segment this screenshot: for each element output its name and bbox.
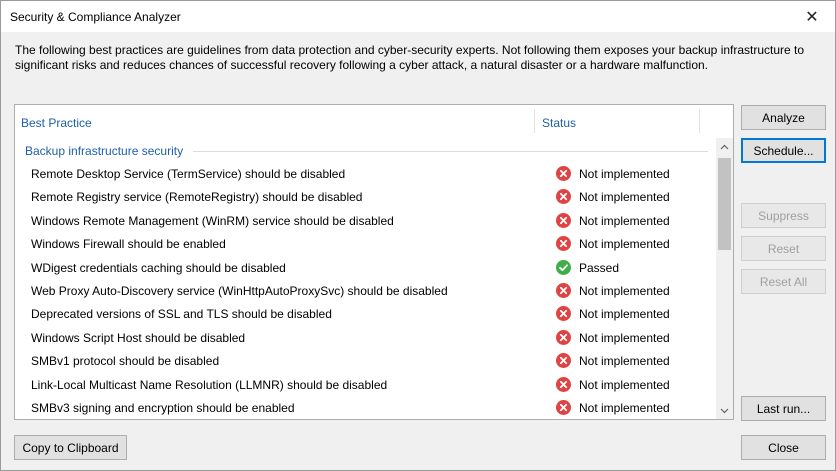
last-run-button[interactable]: Last run... bbox=[741, 396, 826, 421]
practice-name: Link-Local Multicast Name Resolution (LL… bbox=[31, 377, 388, 392]
scroll-thumb[interactable] bbox=[718, 158, 731, 250]
suppress-label: Suppress bbox=[758, 208, 809, 223]
group-divider bbox=[193, 151, 708, 152]
analyze-label: Analyze bbox=[762, 110, 805, 125]
error-icon bbox=[556, 189, 571, 205]
error-icon bbox=[556, 353, 571, 369]
practice-rows: Remote Desktop Service (TermService) sho… bbox=[15, 163, 715, 419]
suppress-button[interactable]: Suppress bbox=[741, 203, 826, 228]
status-text: Not implemented bbox=[579, 400, 670, 415]
table-row[interactable]: Link-Local Multicast Name Resolution (LL… bbox=[15, 374, 715, 397]
close-label: Close bbox=[768, 440, 799, 455]
copy-to-clipboard-button[interactable]: Copy to Clipboard bbox=[14, 435, 127, 460]
status-text: Not implemented bbox=[579, 237, 670, 252]
status-text: Not implemented bbox=[579, 307, 670, 322]
error-icon bbox=[556, 306, 571, 322]
practice-name: WDigest credentials caching should be di… bbox=[31, 260, 286, 275]
scroll-down-icon[interactable] bbox=[716, 402, 733, 419]
check-icon bbox=[556, 259, 571, 275]
intro-text: The following best practices are guideli… bbox=[15, 43, 805, 72]
practice-name: Remote Registry service (RemoteRegistry)… bbox=[31, 190, 363, 205]
reset-label: Reset bbox=[767, 241, 800, 256]
error-icon bbox=[556, 166, 571, 181]
table-row[interactable]: Windows Firewall should be enabled Not im… bbox=[15, 233, 715, 256]
table-row[interactable]: SMBv3 signing and encryption should be e… bbox=[15, 397, 715, 419]
table-row[interactable]: Windows Script Host should be disabled No… bbox=[15, 327, 715, 350]
group-header[interactable]: Backup infrastructure security bbox=[25, 144, 183, 158]
reset-all-label: Reset All bbox=[759, 274, 808, 289]
table-row[interactable]: Deprecated versions of SSL and TLS shoul… bbox=[15, 303, 715, 326]
column-status[interactable]: Status bbox=[542, 116, 576, 130]
copy-label: Copy to Clipboard bbox=[22, 440, 119, 455]
table-row[interactable]: Windows Remote Management (WinRM) servic… bbox=[15, 210, 715, 233]
practice-name: Windows Remote Management (WinRM) servic… bbox=[31, 213, 394, 228]
status-text: Not implemented bbox=[579, 213, 670, 228]
error-icon bbox=[556, 329, 571, 345]
table-row[interactable]: Remote Desktop Service (TermService) sho… bbox=[15, 163, 715, 186]
column-best-practice[interactable]: Best Practice bbox=[21, 116, 92, 130]
status-text: Not implemented bbox=[579, 330, 670, 345]
last-run-label: Last run... bbox=[756, 401, 811, 416]
error-icon bbox=[556, 282, 571, 298]
practice-name: Remote Desktop Service (TermService) sho… bbox=[31, 167, 346, 181]
analyze-button[interactable]: Analyze bbox=[741, 105, 826, 130]
practice-name: SMBv3 signing and encryption should be e… bbox=[31, 400, 295, 415]
error-icon bbox=[556, 236, 571, 252]
table-row[interactable]: SMBv1 protocol should be disabled Not imp… bbox=[15, 350, 715, 373]
error-icon bbox=[556, 399, 571, 415]
title-bar: Security & Compliance Analyzer ✕ bbox=[1, 1, 835, 32]
column-header: Best Practice Status bbox=[15, 105, 733, 135]
close-window-icon[interactable]: ✕ bbox=[789, 1, 835, 32]
practice-name: Deprecated versions of SSL and TLS shoul… bbox=[31, 307, 332, 322]
status-text: Not implemented bbox=[579, 190, 670, 205]
reset-all-button[interactable]: Reset All bbox=[741, 269, 826, 294]
close-button[interactable]: Close bbox=[741, 435, 826, 460]
status-text: Not implemented bbox=[579, 377, 670, 392]
status-text: Not implemented bbox=[579, 354, 670, 369]
practice-name: Windows Script Host should be disabled bbox=[31, 330, 246, 345]
table-row[interactable]: WDigest credentials caching should be di… bbox=[15, 257, 715, 280]
window-title: Security & Compliance Analyzer bbox=[10, 10, 181, 24]
column-divider[interactable] bbox=[699, 109, 700, 133]
reset-button[interactable]: Reset bbox=[741, 236, 826, 261]
table-row[interactable]: Web Proxy Auto-Discovery service (WinHtt… bbox=[15, 280, 715, 303]
analyzer-window: Security & Compliance Analyzer ✕ The fol… bbox=[0, 0, 836, 471]
error-icon bbox=[556, 376, 571, 392]
status-text: Not implemented bbox=[579, 283, 670, 298]
scroll-up-icon[interactable] bbox=[716, 138, 733, 155]
schedule-label: Schedule... bbox=[753, 143, 814, 158]
practice-name: Windows Firewall should be enabled bbox=[31, 237, 226, 252]
schedule-button[interactable]: Schedule... bbox=[741, 138, 826, 163]
vertical-scrollbar[interactable] bbox=[716, 138, 733, 419]
column-divider[interactable] bbox=[534, 109, 535, 133]
error-icon bbox=[556, 212, 571, 228]
practice-name: Web Proxy Auto-Discovery service (WinHtt… bbox=[31, 283, 448, 298]
table-row[interactable]: Remote Registry service (RemoteRegistry)… bbox=[15, 186, 715, 209]
status-text: Not implemented bbox=[579, 167, 670, 181]
status-text: Passed bbox=[579, 260, 620, 275]
best-practices-list[interactable]: Best Practice Status Backup infrastructu… bbox=[14, 104, 734, 420]
practice-name: SMBv1 protocol should be disabled bbox=[31, 354, 220, 369]
